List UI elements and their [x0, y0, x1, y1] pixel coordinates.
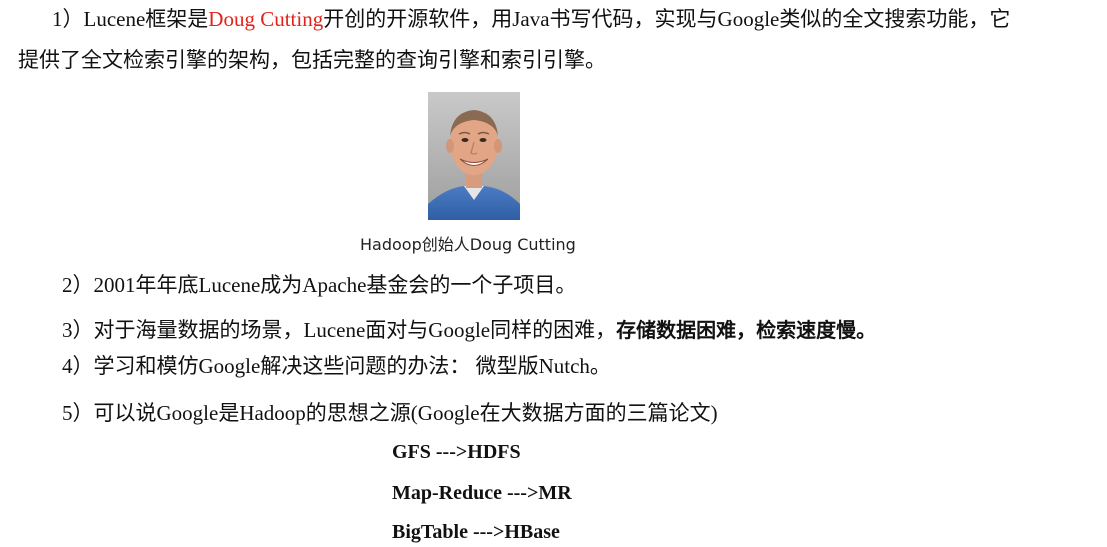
paragraph-1-text-b: 开创的开源软件，用Java书写代码，实现与Google类似的全文搜索功能，它: [323, 7, 1011, 31]
paragraph-3-text: 3）对于海量数据的场景，Lucene面对与Google同样的困难，: [62, 318, 617, 342]
paragraph-1-line-2: 提供了全文检索引擎的架构，包括完整的查询引擎和索引引擎。: [18, 48, 606, 72]
mapping-gfs-hdfs: GFS --->HDFS: [392, 441, 521, 463]
paragraph-4: 4）学习和模仿Google解决这些问题的办法： 微型版Nutch。: [62, 354, 611, 378]
paragraph-5: 5）可以说Google是Hadoop的思想之源(Google在大数据方面的三篇论…: [62, 401, 718, 425]
paragraph-1-number: 1）: [52, 7, 84, 31]
mapping-bigtable-hbase: BigTable --->HBase: [392, 521, 560, 543]
paragraph-1-text-a: Lucene框架是: [83, 7, 209, 31]
doug-cutting-photo: [428, 92, 520, 220]
mapping-mapreduce-mr: Map-Reduce --->MR: [392, 482, 572, 504]
paragraph-3-emphasis: 存储数据困难，检索速度慢。: [616, 318, 877, 342]
paragraph-1-line-1: 1）Lucene框架是Doug Cutting开创的开源软件，用Java书写代码…: [52, 5, 1010, 33]
paragraph-3: 3）对于海量数据的场景，Lucene面对与Google同样的困难，存储数据困难，…: [62, 316, 876, 344]
photo-caption: Hadoop创始人Doug Cutting: [360, 235, 576, 254]
paragraph-2: 2）2001年年底Lucene成为Apache基金会的一个子项目。: [62, 273, 577, 297]
doug-cutting-highlight: Doug Cutting: [208, 7, 324, 31]
